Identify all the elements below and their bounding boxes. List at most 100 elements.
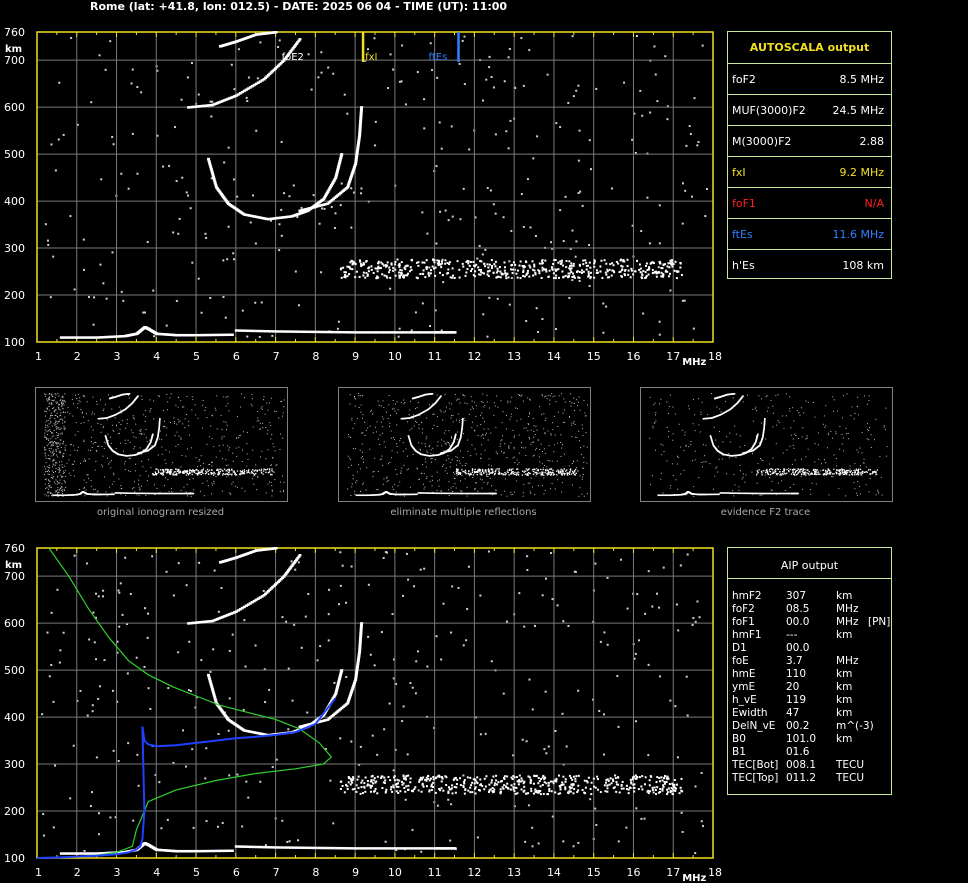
thumb-es (574, 468, 577, 471)
thumb-noise (436, 471, 438, 473)
thumb-noise (44, 465, 46, 467)
thumb-noise (270, 425, 272, 427)
es-echo-dot (352, 260, 355, 263)
thumb-trace (156, 492, 159, 495)
thumb-noise (60, 412, 62, 414)
thumb-noise (409, 429, 411, 431)
thumb-noise (179, 420, 181, 422)
thumb-noise (386, 476, 388, 478)
thumb-noise (461, 475, 463, 477)
thumb-noise (211, 465, 213, 467)
thumb-noise (169, 397, 171, 399)
thumb-noise (475, 453, 477, 455)
thumb-es (243, 469, 246, 471)
thumb-noise (561, 444, 563, 446)
thumb-trace (773, 492, 775, 495)
thumb-noise (428, 446, 430, 448)
thumb-noise (49, 451, 51, 453)
thumb-noise (44, 478, 46, 480)
thumb-noise (436, 426, 438, 428)
noise-dot (58, 81, 61, 84)
thumb-es (515, 473, 517, 476)
thumb-trace (735, 492, 737, 495)
thumb-noise (532, 455, 534, 457)
thumb-noise (560, 455, 562, 457)
thumb-es (221, 469, 223, 472)
thumb-es (213, 471, 215, 474)
thumb-trace (148, 492, 151, 495)
thumb-noise (379, 459, 381, 461)
trace-dot (371, 331, 375, 334)
noise-dot (327, 66, 330, 69)
thumb-noise (101, 464, 103, 466)
thumb-noise (280, 433, 282, 435)
thumb-noise (573, 461, 575, 463)
thumb-noise (842, 450, 844, 452)
thumb-noise (471, 400, 473, 402)
thumb-noise (102, 409, 104, 411)
thumb-noise (261, 408, 263, 410)
es-echo-dot (396, 258, 399, 261)
thumb-trace (120, 492, 122, 494)
es-echo-dot (358, 275, 361, 278)
thumb-noise (482, 393, 484, 395)
thumb-noise (176, 431, 178, 433)
thumb-noise (738, 490, 740, 492)
thumb-noise (449, 445, 451, 447)
noise-dot (488, 55, 491, 58)
thumb-noise (61, 487, 63, 489)
thumb-noise (257, 410, 259, 412)
thumb-noise (861, 452, 863, 454)
thumb-noise (212, 415, 214, 417)
thumb-trace (128, 393, 131, 395)
es-echo-dot (427, 272, 430, 275)
thumb-noise (141, 398, 143, 400)
thumb-noise (45, 471, 47, 473)
noise-dot (462, 187, 465, 190)
thumb-noise (509, 401, 511, 403)
noise-dot (222, 259, 225, 262)
thumb-noise (387, 417, 389, 419)
thumb-noise (64, 449, 66, 451)
es-echo-dot (615, 260, 618, 263)
thumb-trace (159, 492, 162, 495)
thumb-noise (47, 458, 49, 460)
thumb-noise (549, 460, 551, 462)
trace-dot (453, 331, 457, 334)
thumb-noise (690, 440, 692, 442)
thumb-noise (59, 428, 61, 430)
thumb-noise (372, 471, 374, 473)
thumb-noise (382, 426, 384, 428)
thumb-noise (60, 427, 62, 429)
es-echo-dot (404, 274, 407, 277)
thumb-es (262, 473, 264, 475)
thumb-noise (847, 432, 849, 434)
thumb-noise (62, 422, 64, 424)
thumb-es (176, 470, 179, 473)
thumb-es (211, 469, 213, 471)
es-echo-dot (394, 263, 397, 266)
es-echo-dot (599, 265, 602, 268)
thumb-noise (444, 393, 446, 395)
thumb-noise (279, 481, 281, 483)
es-echo-dot (540, 276, 543, 279)
thumb-es (527, 468, 530, 470)
thumb-noise (535, 449, 537, 451)
thumb-noise (54, 415, 56, 417)
thumb-noise (133, 436, 135, 438)
thumb-noise (63, 453, 65, 455)
thumb-noise (53, 458, 55, 460)
thumb-noise (139, 430, 141, 432)
thumb-es (156, 472, 158, 475)
noise-dot (120, 290, 123, 293)
es-echo-dot (365, 260, 368, 263)
trace-dot (249, 329, 253, 333)
trace-dot (294, 330, 298, 333)
thumb-noise (775, 443, 777, 445)
thumb-noise (506, 495, 508, 497)
thumb-es (204, 473, 207, 475)
thumb-noise (869, 478, 871, 480)
thumb-noise (372, 476, 374, 478)
es-echo-dot (629, 276, 632, 279)
thumb-noise (422, 483, 424, 485)
